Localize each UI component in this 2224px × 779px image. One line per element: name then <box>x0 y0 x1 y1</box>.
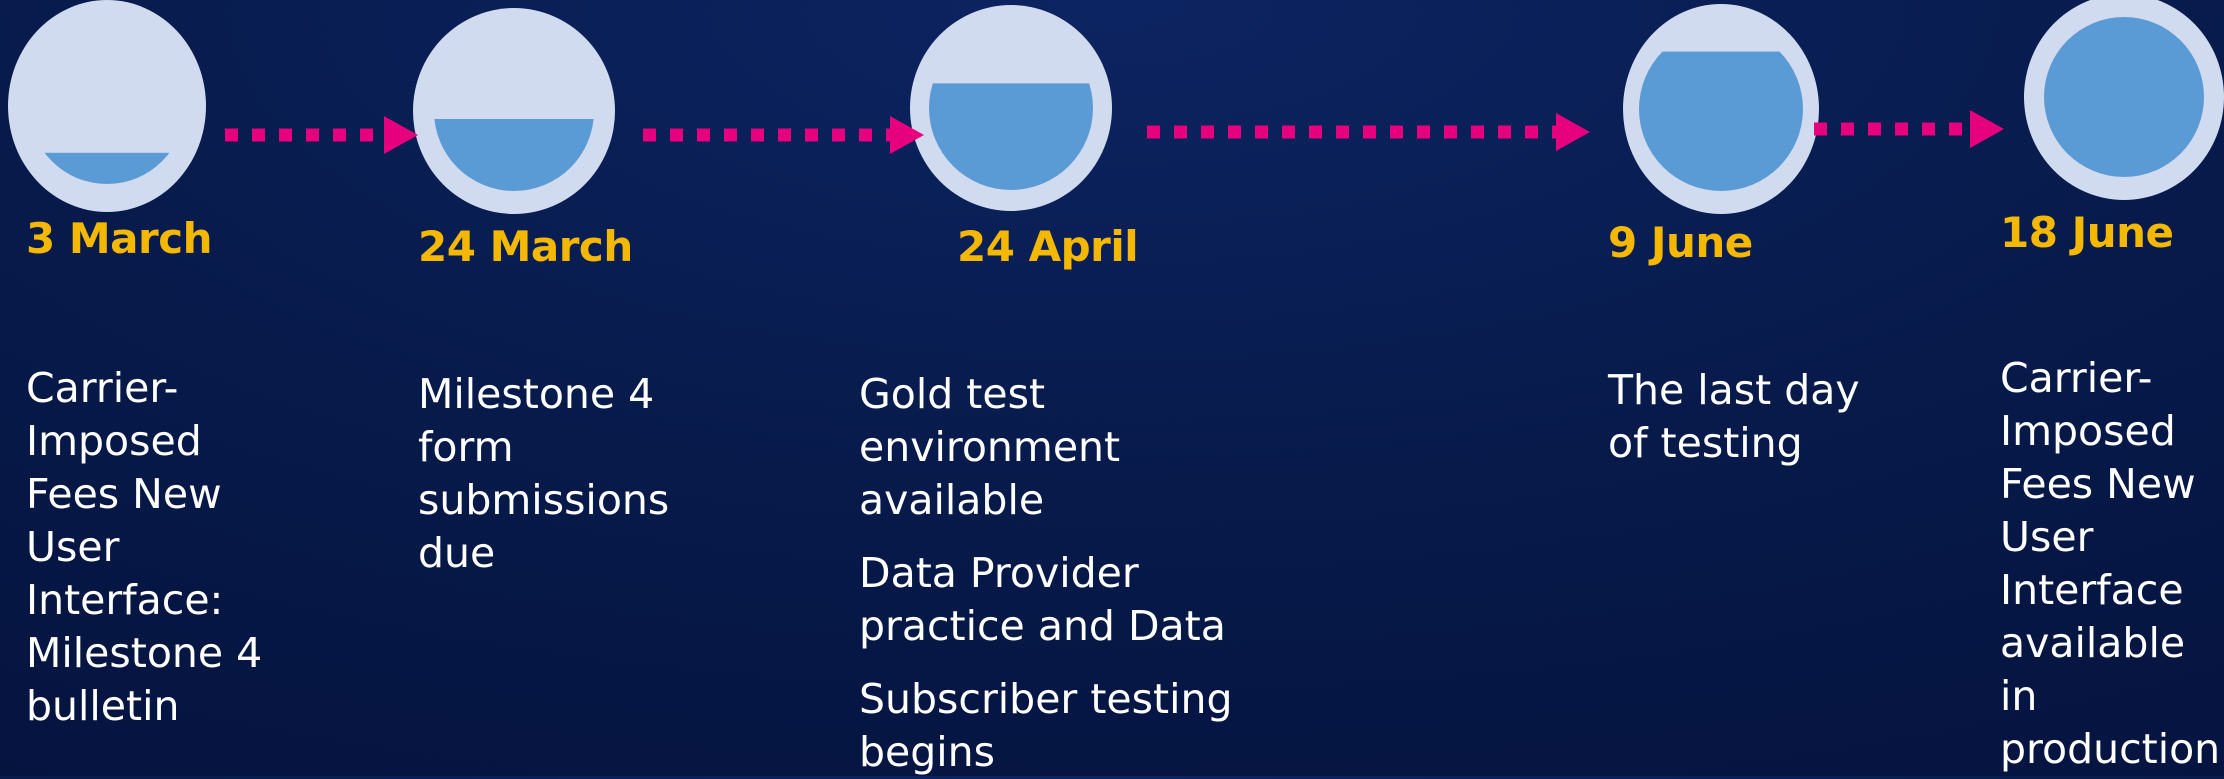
arrow-head-icon <box>1556 113 1590 151</box>
milestone-circle-18-june <box>2024 0 2224 200</box>
milestone-circle-24-april <box>910 5 1112 211</box>
milestone-circle-9-june <box>1623 4 1819 214</box>
milestone-date-18-june: 18 June <box>2000 208 2174 257</box>
circle-fill-level <box>2044 17 2204 177</box>
arrow-head-icon <box>384 116 418 154</box>
timeline-arrow-2 <box>643 116 924 154</box>
milestone-circles <box>8 0 2224 214</box>
timeline-arrow-3 <box>1147 113 1590 151</box>
milestone-description-text: Carrier-Imposed Fees New User Interface:… <box>26 364 263 730</box>
milestone-description-text: Carrier-Imposed Fees New User Interface … <box>2000 354 2221 773</box>
milestone-description-text: Data Provider practice and Data <box>859 549 1226 650</box>
milestone-description-24-march: Milestone 4 form submissions due <box>418 368 688 580</box>
milestone-circle-3-march <box>8 0 206 212</box>
timeline-arrow-4 <box>1814 110 2004 148</box>
milestone-description-text: The last day of testing <box>1608 366 1860 467</box>
milestone-description-text: Subscriber testing begins <box>859 675 1233 776</box>
milestone-description-3-march: Carrier-Imposed Fees New User Interface:… <box>26 362 276 733</box>
milestone-description-9-june: The last day of testing <box>1608 364 1898 470</box>
milestone-description-24-april: Gold test environment available Data Pro… <box>859 368 1239 779</box>
milestone-description-text: Gold test environment available <box>859 370 1121 524</box>
timeline-arrow-1 <box>225 116 418 154</box>
milestone-circle-24-march <box>413 8 615 214</box>
milestone-date-9-june: 9 June <box>1608 218 1753 267</box>
milestone-description-text: Milestone 4 form submissions due <box>418 370 670 577</box>
arrow-head-icon <box>1970 110 2004 148</box>
milestone-date-24-march: 24 March <box>418 222 633 271</box>
milestone-date-24-april: 24 April <box>957 222 1139 271</box>
milestone-description-18-june: Carrier-Imposed Fees New User Interface … <box>2000 352 2220 776</box>
milestone-date-3-march: 3 March <box>26 214 213 263</box>
